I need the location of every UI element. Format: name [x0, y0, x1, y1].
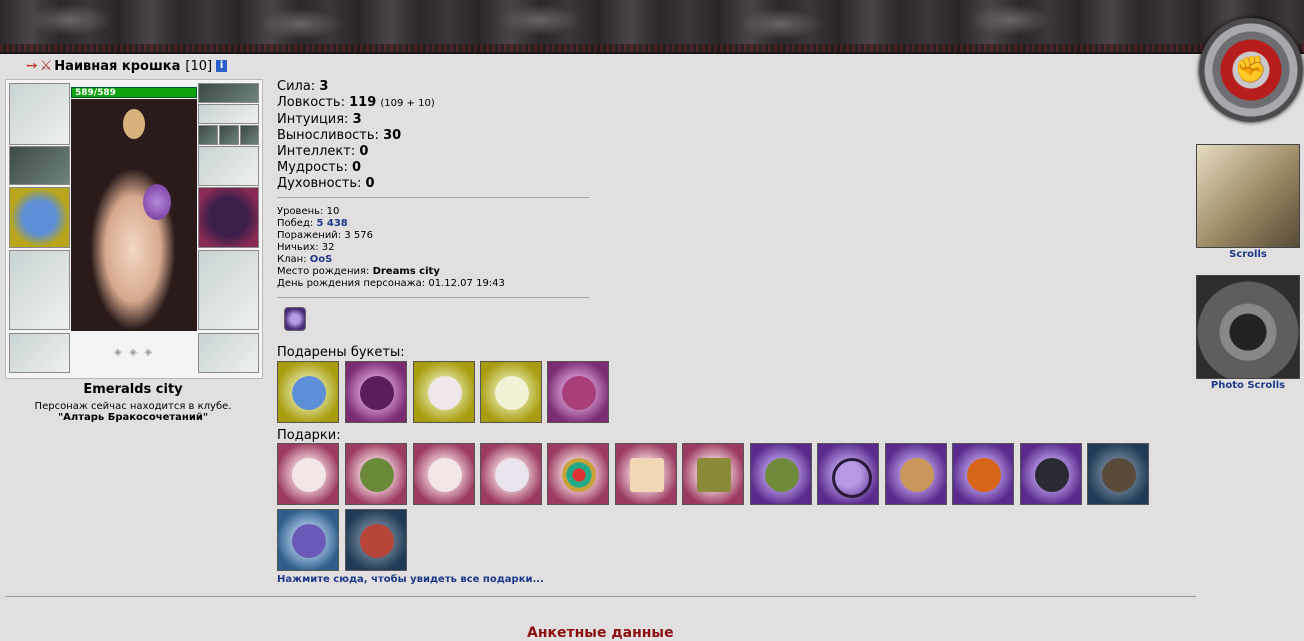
arrow-icon[interactable]: ➙	[26, 58, 38, 74]
divider	[277, 197, 589, 198]
info-icon[interactable]: i	[216, 60, 228, 72]
stats-block: Сила: 3 Ловкость: 119 (109 + 10) Интуици…	[277, 79, 435, 192]
gift-item[interactable]	[615, 443, 677, 505]
gift-item[interactable]	[1087, 443, 1149, 505]
bouquet-white-lilies[interactable]	[413, 361, 475, 423]
gift-item[interactable]	[277, 443, 339, 505]
gift-item[interactable]	[413, 443, 475, 505]
top-banner	[0, 0, 1304, 54]
equip-slot-armor[interactable]	[9, 250, 70, 330]
photo-scrolls-widget[interactable]: Photo Scrolls	[1196, 275, 1300, 391]
stat-strength: Сила: 3	[277, 79, 329, 94]
equip-slot-dress[interactable]	[198, 250, 259, 330]
equip-slot-ring-2[interactable]	[219, 125, 239, 145]
clan-link[interactable]: OoS	[310, 254, 333, 265]
equip-slot-bouquet[interactable]	[9, 187, 70, 248]
stat-intellect: Интеллект: 0	[277, 144, 369, 159]
stat-wisdom: Мудрость: 0	[277, 160, 362, 175]
gift-item[interactable]	[1020, 443, 1082, 505]
character-level: [10]	[185, 58, 213, 74]
gift-item[interactable]	[480, 443, 542, 505]
equip-slot-amulet[interactable]	[198, 104, 259, 124]
equip-slot-necklace[interactable]	[9, 146, 70, 185]
gift-item[interactable]	[547, 443, 609, 505]
book-scroll-icon[interactable]	[1196, 144, 1300, 248]
character-location: Emeralds city Персонаж сейчас находится …	[5, 382, 261, 423]
equip-slot-belt[interactable]	[9, 333, 70, 373]
clan-badge-icon[interactable]	[284, 307, 306, 331]
scrolls-widget[interactable]: Scrolls	[1196, 144, 1300, 260]
bouquets-label: Подарены букеты:	[277, 345, 405, 360]
gift-item[interactable]	[750, 443, 812, 505]
scrolls-label[interactable]: Scrolls	[1196, 249, 1300, 260]
fist-emblem-icon[interactable]: ✊	[1199, 18, 1303, 122]
gift-item[interactable]	[277, 509, 339, 571]
bouquet-white-daisies[interactable]	[480, 361, 542, 423]
divider	[5, 596, 1196, 597]
status-note: Персонаж сейчас находится в клубе.	[34, 401, 232, 412]
gifts-label: Подарки:	[277, 428, 341, 443]
wins-link[interactable]: 5 438	[316, 218, 347, 229]
stat-agility: Ловкость: 119 (109 + 10)	[277, 95, 435, 110]
equip-slot-ring-1[interactable]	[198, 125, 218, 145]
character-name: Наивная крошка	[54, 58, 181, 74]
equip-slot-ring-3[interactable]	[240, 125, 259, 145]
gift-item[interactable]	[345, 443, 407, 505]
club-logo: ◈ ◈ ◈	[113, 347, 155, 358]
city-name: Emeralds city	[83, 382, 183, 397]
gift-item[interactable]	[682, 443, 744, 505]
gift-item[interactable]	[817, 443, 879, 505]
character-avatar	[71, 99, 197, 331]
stat-intuition: Интуиция: 3	[277, 112, 362, 127]
bouquet-pink-carnations[interactable]	[547, 361, 609, 423]
equip-slot-helmet[interactable]	[9, 83, 70, 145]
gift-item[interactable]	[345, 509, 407, 571]
stat-spirit: Духовность: 0	[277, 176, 375, 191]
divider	[277, 297, 589, 298]
more-gifts-link[interactable]: Нажмите сюда, чтобы увидеть все подарки.…	[277, 574, 544, 585]
equip-slot-gloves[interactable]	[198, 146, 259, 186]
stat-stamina: Выносливость: 30	[277, 128, 402, 143]
camera-icon[interactable]	[1196, 275, 1300, 379]
equip-slot-shoes[interactable]	[198, 333, 259, 373]
bouquet-blue-hydrangea[interactable]	[277, 361, 339, 423]
equip-slot-shield[interactable]	[198, 187, 259, 248]
info-list: Уровень: 10 Побед: 5 438 Поражений: 3 57…	[277, 206, 505, 289]
equip-slot-earrings[interactable]	[198, 83, 259, 103]
hp-bar: 589/589	[71, 87, 197, 98]
gift-item[interactable]	[952, 443, 1014, 505]
swords-icon[interactable]: ⚔	[40, 58, 53, 74]
bouquet-purple-roses[interactable]	[345, 361, 407, 423]
character-header: ➙ ⚔ Наивная крошка [10] i	[26, 56, 228, 76]
photo-scrolls-label[interactable]: Photo Scrolls	[1196, 380, 1300, 391]
gift-item[interactable]	[885, 443, 947, 505]
club-location: "Алтарь Бракосочетаний"	[57, 412, 209, 423]
